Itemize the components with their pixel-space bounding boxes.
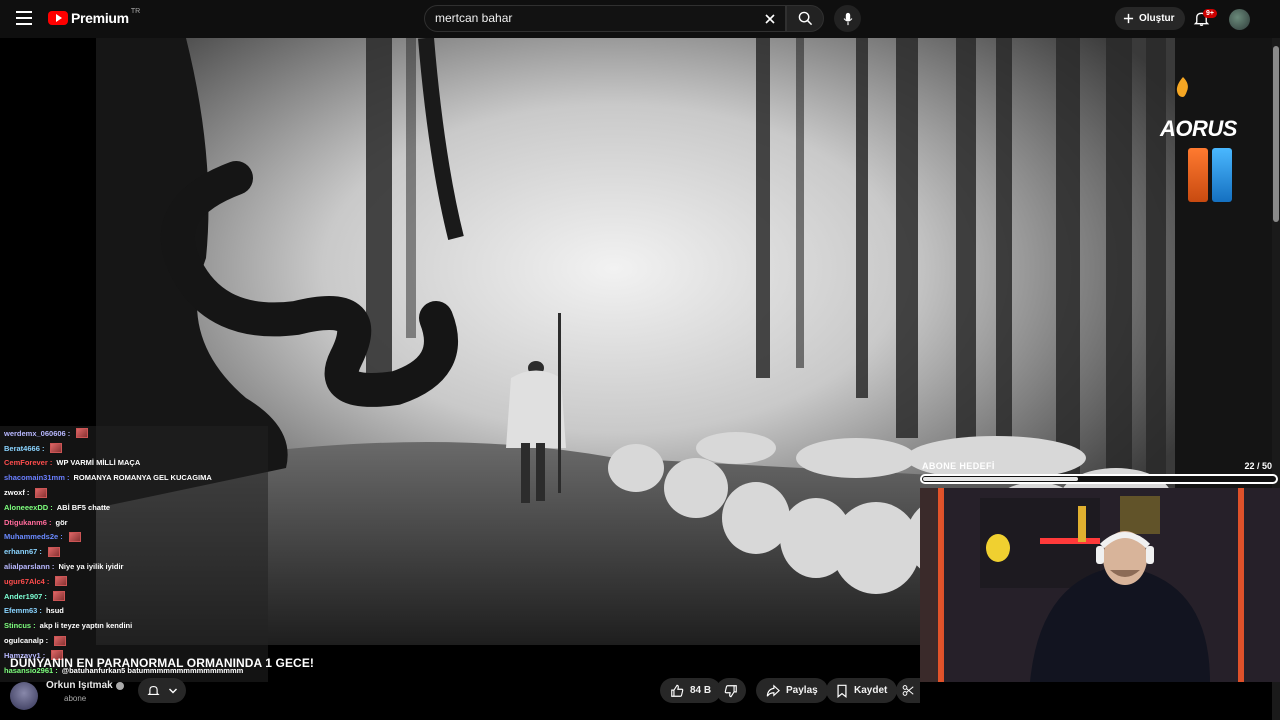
chat-message: shacomain31mm : ROMANYA ROMANYA GEL KUCAG…	[0, 470, 268, 485]
chat-username[interactable]: erhann67 :	[4, 547, 42, 556]
youtube-logo[interactable]: Premium TR	[48, 8, 141, 26]
channel-name[interactable]: Orkun Işıtmak	[46, 680, 113, 691]
like-icon	[671, 684, 684, 697]
chat-username[interactable]: ugur67Alc4 :	[4, 577, 49, 586]
chat-username[interactable]: Stincus :	[4, 621, 36, 630]
youtube-play-icon	[48, 11, 68, 25]
sponsor-can-orange	[1188, 148, 1208, 202]
chat-username[interactable]: Muhammeds2e :	[4, 532, 63, 541]
chat-message: zwoxf :	[0, 485, 268, 500]
chat-username[interactable]: werdemx_060606 :	[4, 429, 70, 438]
chat-text: gör	[55, 517, 68, 527]
plus-icon	[1123, 13, 1134, 24]
subscribe-notifications-button[interactable]	[138, 678, 186, 703]
chevron-down-icon	[168, 688, 177, 693]
chat-text: hsud	[45, 606, 64, 616]
chat-text: akp li teyze yaptın kendini	[39, 621, 133, 631]
voice-search-button[interactable]	[834, 5, 861, 32]
share-button[interactable]: Paylaş	[756, 678, 828, 703]
brand-label: Premium	[71, 10, 129, 26]
scroll-thumb[interactable]	[1273, 46, 1279, 222]
chat-text: WP VARMİ MİLLİ MAÇA	[56, 458, 141, 468]
chat-username[interactable]: Ander1907 :	[4, 592, 47, 601]
subscribe-state: abone	[64, 694, 87, 703]
search-box	[424, 5, 786, 32]
chat-message: werdemx_060606 :	[0, 426, 268, 441]
chat-message: Ander1907 :	[0, 589, 268, 604]
menu-icon[interactable]	[16, 11, 32, 25]
chat-text: ABİ BF5 chatte	[56, 502, 111, 512]
region-label: TR	[130, 8, 141, 15]
emote-icon	[76, 428, 89, 439]
clear-icon[interactable]	[763, 12, 777, 26]
notification-badge: 9+	[1203, 9, 1217, 18]
bookmark-icon	[837, 684, 847, 698]
chat-message: Muhammeds2e :	[0, 530, 268, 545]
dislike-icon	[724, 684, 737, 697]
emote-icon	[50, 443, 63, 454]
chat-message: Efemm63 : hsud	[0, 604, 268, 619]
goal-label: ABONE HEDEFİ	[922, 461, 995, 471]
subscriber-goal: ABONE HEDEFİ 22 / 50	[920, 460, 1280, 488]
video-info: DÜNYANIN EN PARANORMAL ORMANINDA 1 GECE!…	[0, 644, 920, 720]
stream-overlay-panel	[1175, 38, 1272, 508]
chat-message: alialparslann : Niye ya iyilik iyidir	[0, 559, 268, 574]
chat-text: ROMANYA ROMANYA GEL KUCAGIMA	[73, 473, 212, 483]
chat-message: Berat4666 :	[0, 441, 268, 456]
emote-icon	[52, 591, 65, 602]
chat-username[interactable]: AloneeexDD :	[4, 503, 53, 512]
emote-icon	[68, 531, 81, 542]
chat-username[interactable]: Dtigukanm6 :	[4, 518, 52, 527]
create-button[interactable]: Oluştur	[1115, 7, 1185, 30]
emote-icon	[35, 487, 48, 498]
channel-avatar[interactable]	[10, 682, 38, 710]
video-title: DÜNYANIN EN PARANORMAL ORMANINDA 1 GECE!	[10, 656, 315, 670]
bell-icon	[146, 685, 160, 696]
search-button[interactable]	[786, 5, 824, 32]
dislike-button[interactable]	[716, 678, 746, 703]
emote-icon	[47, 546, 60, 557]
avatar[interactable]	[1229, 9, 1250, 30]
like-button[interactable]: 84 B	[660, 678, 722, 703]
save-button[interactable]: Kaydet	[826, 678, 898, 703]
chat-message: CemForever : WP VARMİ MİLLİ MAÇA	[0, 456, 268, 471]
goal-progress-fill	[923, 477, 1078, 481]
clip-button[interactable]	[896, 678, 920, 703]
chat-username[interactable]: shacomain31mm :	[4, 473, 69, 482]
share-icon	[766, 683, 780, 697]
chat-message: erhann67 :	[0, 544, 268, 559]
chat-message: ugur67Alc4 :	[0, 574, 268, 589]
search-icon	[798, 11, 812, 26]
scissors-icon	[902, 685, 914, 696]
webcam-feed	[920, 488, 1280, 682]
mic-icon	[843, 12, 852, 25]
chat-username[interactable]: Efemm63 :	[4, 606, 42, 615]
sponsor-can-blue	[1212, 148, 1232, 202]
goal-count: 22 / 50	[1244, 461, 1272, 471]
chat-username[interactable]: alialparslann :	[4, 562, 54, 571]
create-label: Oluştur	[1139, 13, 1175, 24]
flame-icon	[1176, 77, 1188, 97]
search-input[interactable]	[435, 11, 755, 25]
chat-username[interactable]: Berat4666 :	[4, 444, 44, 453]
save-label: Kaydet	[854, 685, 888, 696]
goal-progress-bar	[920, 474, 1278, 484]
sponsor-logo: AORUS	[1160, 116, 1237, 141]
chat-username[interactable]: CemForever :	[4, 458, 52, 467]
chat-message: AloneeexDD : ABİ BF5 chatte	[0, 500, 268, 515]
emote-icon	[55, 576, 68, 587]
like-count: 84 B	[690, 685, 712, 696]
verified-icon	[116, 682, 124, 690]
top-bar: Premium TR Oluştur 9+	[0, 0, 1280, 38]
chat-message: Stincus : akp li teyze yaptın kendini	[0, 618, 268, 633]
chat-text: Niye ya iyilik iyidir	[58, 562, 124, 572]
share-label: Paylaş	[786, 685, 818, 696]
chat-message: Dtigukanm6 : gör	[0, 515, 268, 530]
chat-username[interactable]: zwoxf :	[4, 488, 29, 497]
